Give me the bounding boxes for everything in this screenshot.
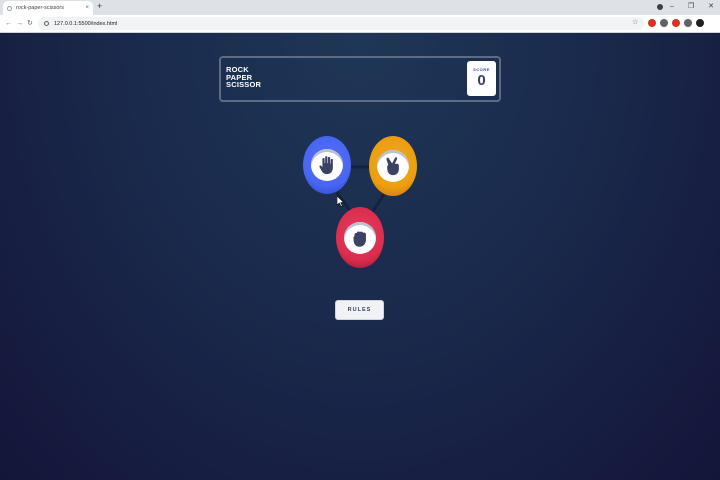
info-icon[interactable] bbox=[44, 21, 49, 26]
address-bar[interactable]: 127.0.0.1:5500/index.html bbox=[38, 17, 644, 30]
score-box: SCORE 0 bbox=[467, 61, 496, 96]
globe-icon bbox=[7, 5, 12, 11]
tab-close-icon[interactable]: × bbox=[85, 5, 89, 11]
puzzle-icon[interactable] bbox=[684, 19, 692, 27]
bookmark-star-icon[interactable]: ☆ bbox=[632, 17, 638, 29]
logo-line-scissor: SCISSOR bbox=[226, 80, 262, 89]
reload-button[interactable]: ↻ bbox=[27, 18, 33, 30]
profile-icon[interactable] bbox=[657, 4, 663, 10]
browser-toolbar: ← → ↻ 127.0.0.1:5500/index.html ☆ bbox=[0, 15, 720, 33]
back-button[interactable]: ← bbox=[5, 18, 12, 30]
tab-title: rock-paper-scissors bbox=[16, 5, 64, 11]
hand-rock-icon bbox=[353, 230, 366, 247]
window-controls: – ❐ ✕ bbox=[670, 1, 714, 13]
paper-chip-face bbox=[311, 149, 343, 181]
browser-chrome: rock-paper-scissors × + – ❐ ✕ ← → ↻ 127.… bbox=[0, 0, 720, 33]
account-avatar-icon[interactable] bbox=[696, 19, 704, 27]
extension-icon-2[interactable] bbox=[660, 19, 668, 27]
forward-button[interactable]: → bbox=[16, 18, 23, 30]
score-header: ROCK PAPER SCISSOR SCORE 0 bbox=[219, 56, 501, 102]
browser-tab[interactable]: rock-paper-scissors × bbox=[3, 1, 93, 15]
rock-chip-face bbox=[344, 221, 376, 254]
new-tab-button[interactable]: + bbox=[97, 2, 102, 11]
rules-button[interactable]: RULES bbox=[335, 300, 384, 320]
hand-paper-icon bbox=[319, 156, 333, 175]
paper-choice[interactable] bbox=[303, 136, 351, 194]
hand-scissors-icon bbox=[386, 157, 399, 176]
game-logo: ROCK PAPER SCISSOR bbox=[226, 66, 261, 89]
tab-strip: rock-paper-scissors × + – ❐ ✕ bbox=[0, 0, 720, 15]
extension-icon-3[interactable] bbox=[672, 19, 680, 27]
scissors-choice[interactable] bbox=[369, 136, 417, 196]
close-window-button[interactable]: ✕ bbox=[708, 1, 714, 13]
rock-choice[interactable] bbox=[336, 207, 384, 268]
extension-icon-1[interactable] bbox=[648, 19, 656, 27]
mouse-pointer-icon bbox=[337, 196, 345, 207]
game-page: ROCK PAPER SCISSOR SCORE 0 RULES bbox=[0, 33, 720, 480]
score-value: 0 bbox=[477, 72, 486, 89]
scissors-chip-face bbox=[377, 150, 409, 182]
restore-button[interactable]: ❐ bbox=[688, 1, 694, 13]
url-text: 127.0.0.1:5500/index.html bbox=[54, 20, 118, 27]
minimize-button[interactable]: – bbox=[670, 1, 674, 13]
